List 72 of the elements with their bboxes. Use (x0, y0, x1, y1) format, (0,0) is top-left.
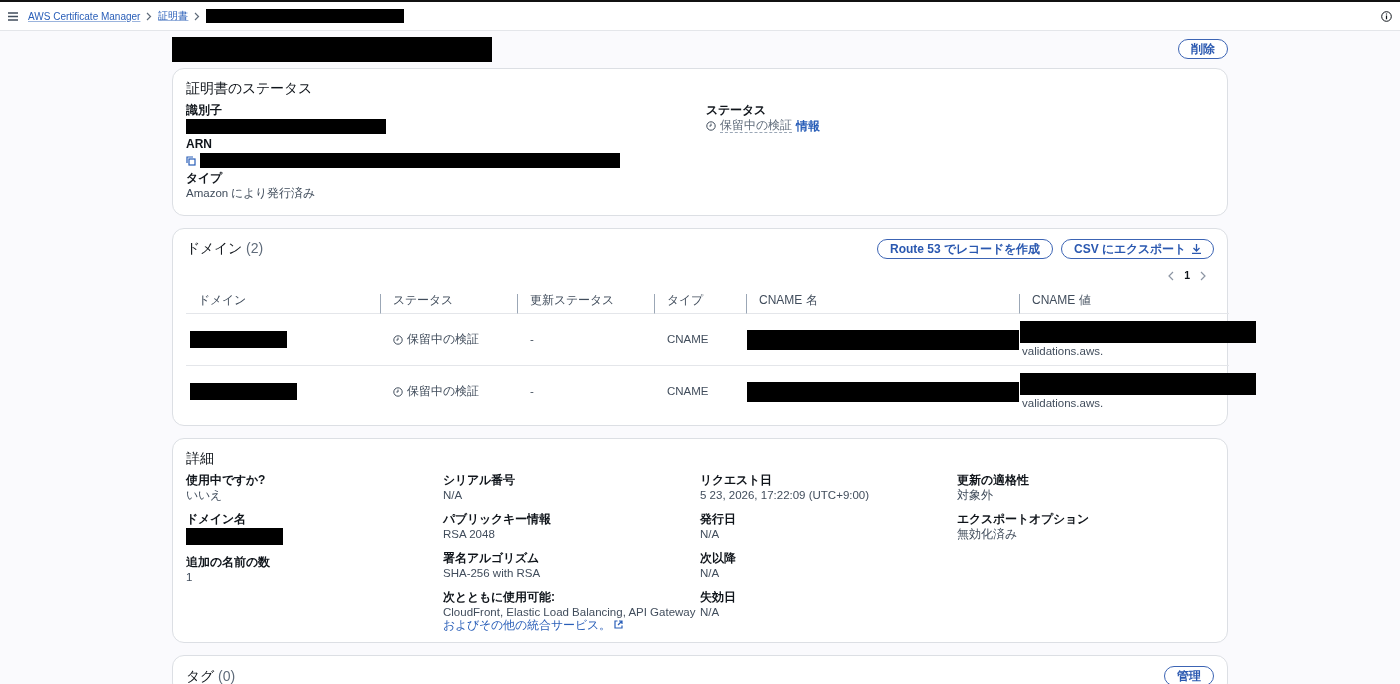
field-value: 1 (186, 571, 194, 584)
clock-icon (393, 386, 403, 397)
field-label: ドメイン名 (186, 512, 247, 526)
column-header[interactable]: ドメイン (186, 294, 381, 314)
breadcrumb-link[interactable]: 証明書 (158, 9, 189, 23)
table-cell: - (530, 333, 534, 346)
chevron-right-icon[interactable] (1200, 270, 1206, 281)
domain-count: (2) (246, 239, 264, 257)
field-value: N/A (700, 567, 721, 580)
field-value: Amazon により発行済み (186, 187, 316, 200)
create-record-button[interactable]: Route 53 でレコードを作成 (876, 239, 1053, 259)
breadcrumb-link[interactable]: AWS Certificate Manager (28, 10, 141, 22)
field-value: 5 23, 2026, 17:22:09 (UTC+9:00) (700, 489, 871, 502)
page-number[interactable]: 1 (1184, 269, 1190, 282)
field-label: 追加の名前の数 (186, 555, 271, 569)
field-label: ARN (186, 137, 213, 151)
table-cell: CNAME (667, 333, 709, 346)
field-value: 無効化済み (957, 528, 1018, 541)
cname-value-text: validations.aws. (1021, 397, 1105, 410)
tag-count: (0) (218, 667, 236, 684)
section-title: 詳細 (186, 449, 214, 467)
menu-icon[interactable] (8, 11, 18, 21)
column-header[interactable]: CNAME 名 (746, 294, 1020, 314)
field-label: タイプ (186, 171, 224, 185)
field-label: エクスポートオプション (957, 512, 1090, 526)
integrated-services-link[interactable]: およびその他の統合サービス。 (443, 618, 611, 632)
field-value: SHA-256 with RSA (443, 567, 542, 580)
field-value: 対象外 (957, 489, 994, 502)
table-cell: - (530, 385, 534, 398)
field-value: N/A (700, 606, 721, 619)
field-label: 次以降 (700, 551, 737, 565)
field-label: ステータス (706, 103, 767, 117)
field-label: パブリックキー情報 (443, 512, 552, 526)
export-button[interactable]: CSV にエクスポート (1061, 239, 1214, 259)
field-value: いいえ (186, 489, 223, 502)
clock-icon (706, 121, 716, 131)
field-label: リクエスト日 (700, 473, 773, 487)
field-label: 識別子 (186, 103, 223, 117)
clock-icon (393, 334, 403, 345)
column-header[interactable]: タイプ (654, 294, 747, 314)
status-text: 保留中の検証 (407, 333, 479, 346)
chevron-right-icon (146, 11, 153, 21)
field-label: 更新の適格性 (957, 473, 1030, 487)
field-value: CloudFront, Elastic Load Balancing, API Gateway (443, 606, 696, 618)
field-label: 失効日 (700, 590, 737, 604)
section-title: ドメイン (186, 239, 242, 257)
download-icon (1192, 244, 1201, 254)
field-label: 署名アルゴリズム (443, 551, 540, 565)
field-value: RSA 2048 (443, 528, 496, 541)
column-header[interactable]: CNAME 値 (1019, 294, 1229, 314)
chevron-right-icon (194, 11, 201, 21)
field-label: 使用中ですか? (186, 473, 267, 487)
status-text: 保留中の検証 (407, 385, 479, 398)
info-link[interactable]: 情報 (796, 119, 820, 133)
chevron-left-icon[interactable] (1168, 270, 1175, 281)
field-label: 発行日 (700, 512, 737, 526)
delete-button[interactable]: 削除 (1178, 39, 1228, 59)
table-cell: CNAME (667, 385, 709, 398)
cname-value-text: validations.aws. (1021, 345, 1105, 358)
field-value: N/A (700, 528, 721, 541)
manage-button[interactable]: 管理 (1164, 666, 1214, 684)
external-link-icon (614, 620, 624, 629)
field-label: シリアル番号 (443, 473, 516, 487)
info-icon[interactable] (1381, 10, 1392, 22)
section-title: タグ (186, 667, 214, 684)
section-title: 証明書のステータス (186, 79, 312, 97)
status-text[interactable]: 保留中の検証 (720, 119, 792, 133)
field-value: N/A (443, 489, 464, 502)
column-header[interactable]: ステータス (380, 294, 518, 314)
column-header[interactable]: 更新ステータス (517, 294, 655, 314)
field-label: 次とともに使用可能: (443, 590, 556, 604)
copy-icon[interactable] (186, 155, 196, 166)
